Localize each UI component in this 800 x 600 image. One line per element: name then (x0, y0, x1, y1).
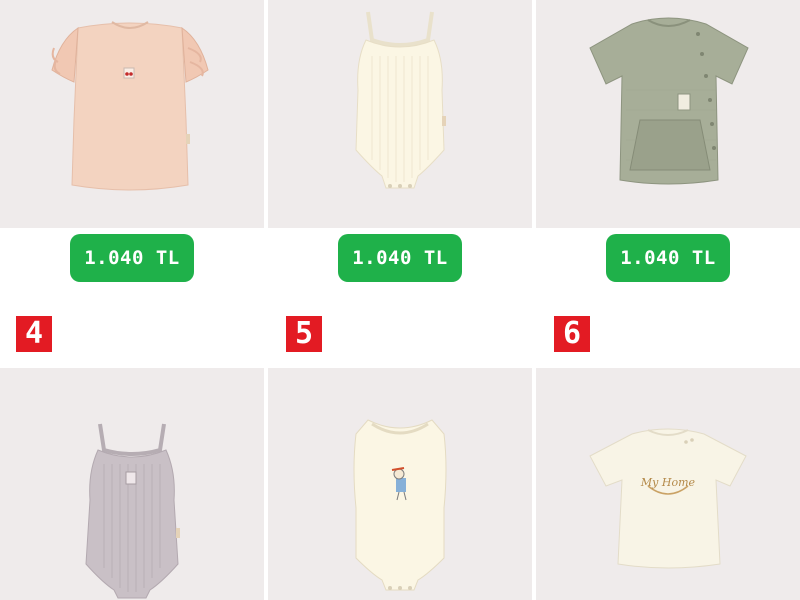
price-badge-2: 1.040 TL (338, 234, 462, 282)
product-tile-1[interactable] (0, 0, 264, 228)
cream-bodysuit-print-icon (353, 419, 447, 591)
peach-ruffle-top-icon (51, 21, 209, 191)
product-tile-6[interactable]: My Home (536, 368, 800, 600)
item-number-6: 6 (554, 316, 590, 352)
product-tile-5[interactable] (268, 368, 532, 600)
cream-bodysuit-icon (355, 11, 446, 189)
item-number-4: 4 (16, 316, 52, 352)
product-tile-4[interactable] (0, 368, 264, 600)
product-tile-3[interactable] (536, 0, 800, 228)
product-tile-2[interactable] (268, 0, 532, 228)
cream-tshirt-my-home-icon: My Home (589, 428, 747, 569)
product-grid: 1.040 TL 1.040 TL 1.040 TL 4 5 6 My Home (0, 0, 800, 600)
green-tshirt-icon (589, 17, 749, 185)
item-number-5: 5 (286, 316, 322, 352)
price-badge-3: 1.040 TL (606, 234, 730, 282)
my-home-print: My Home (640, 476, 696, 489)
lilac-bodysuit-icon (85, 423, 180, 599)
price-badge-1: 1.040 TL (70, 234, 194, 282)
